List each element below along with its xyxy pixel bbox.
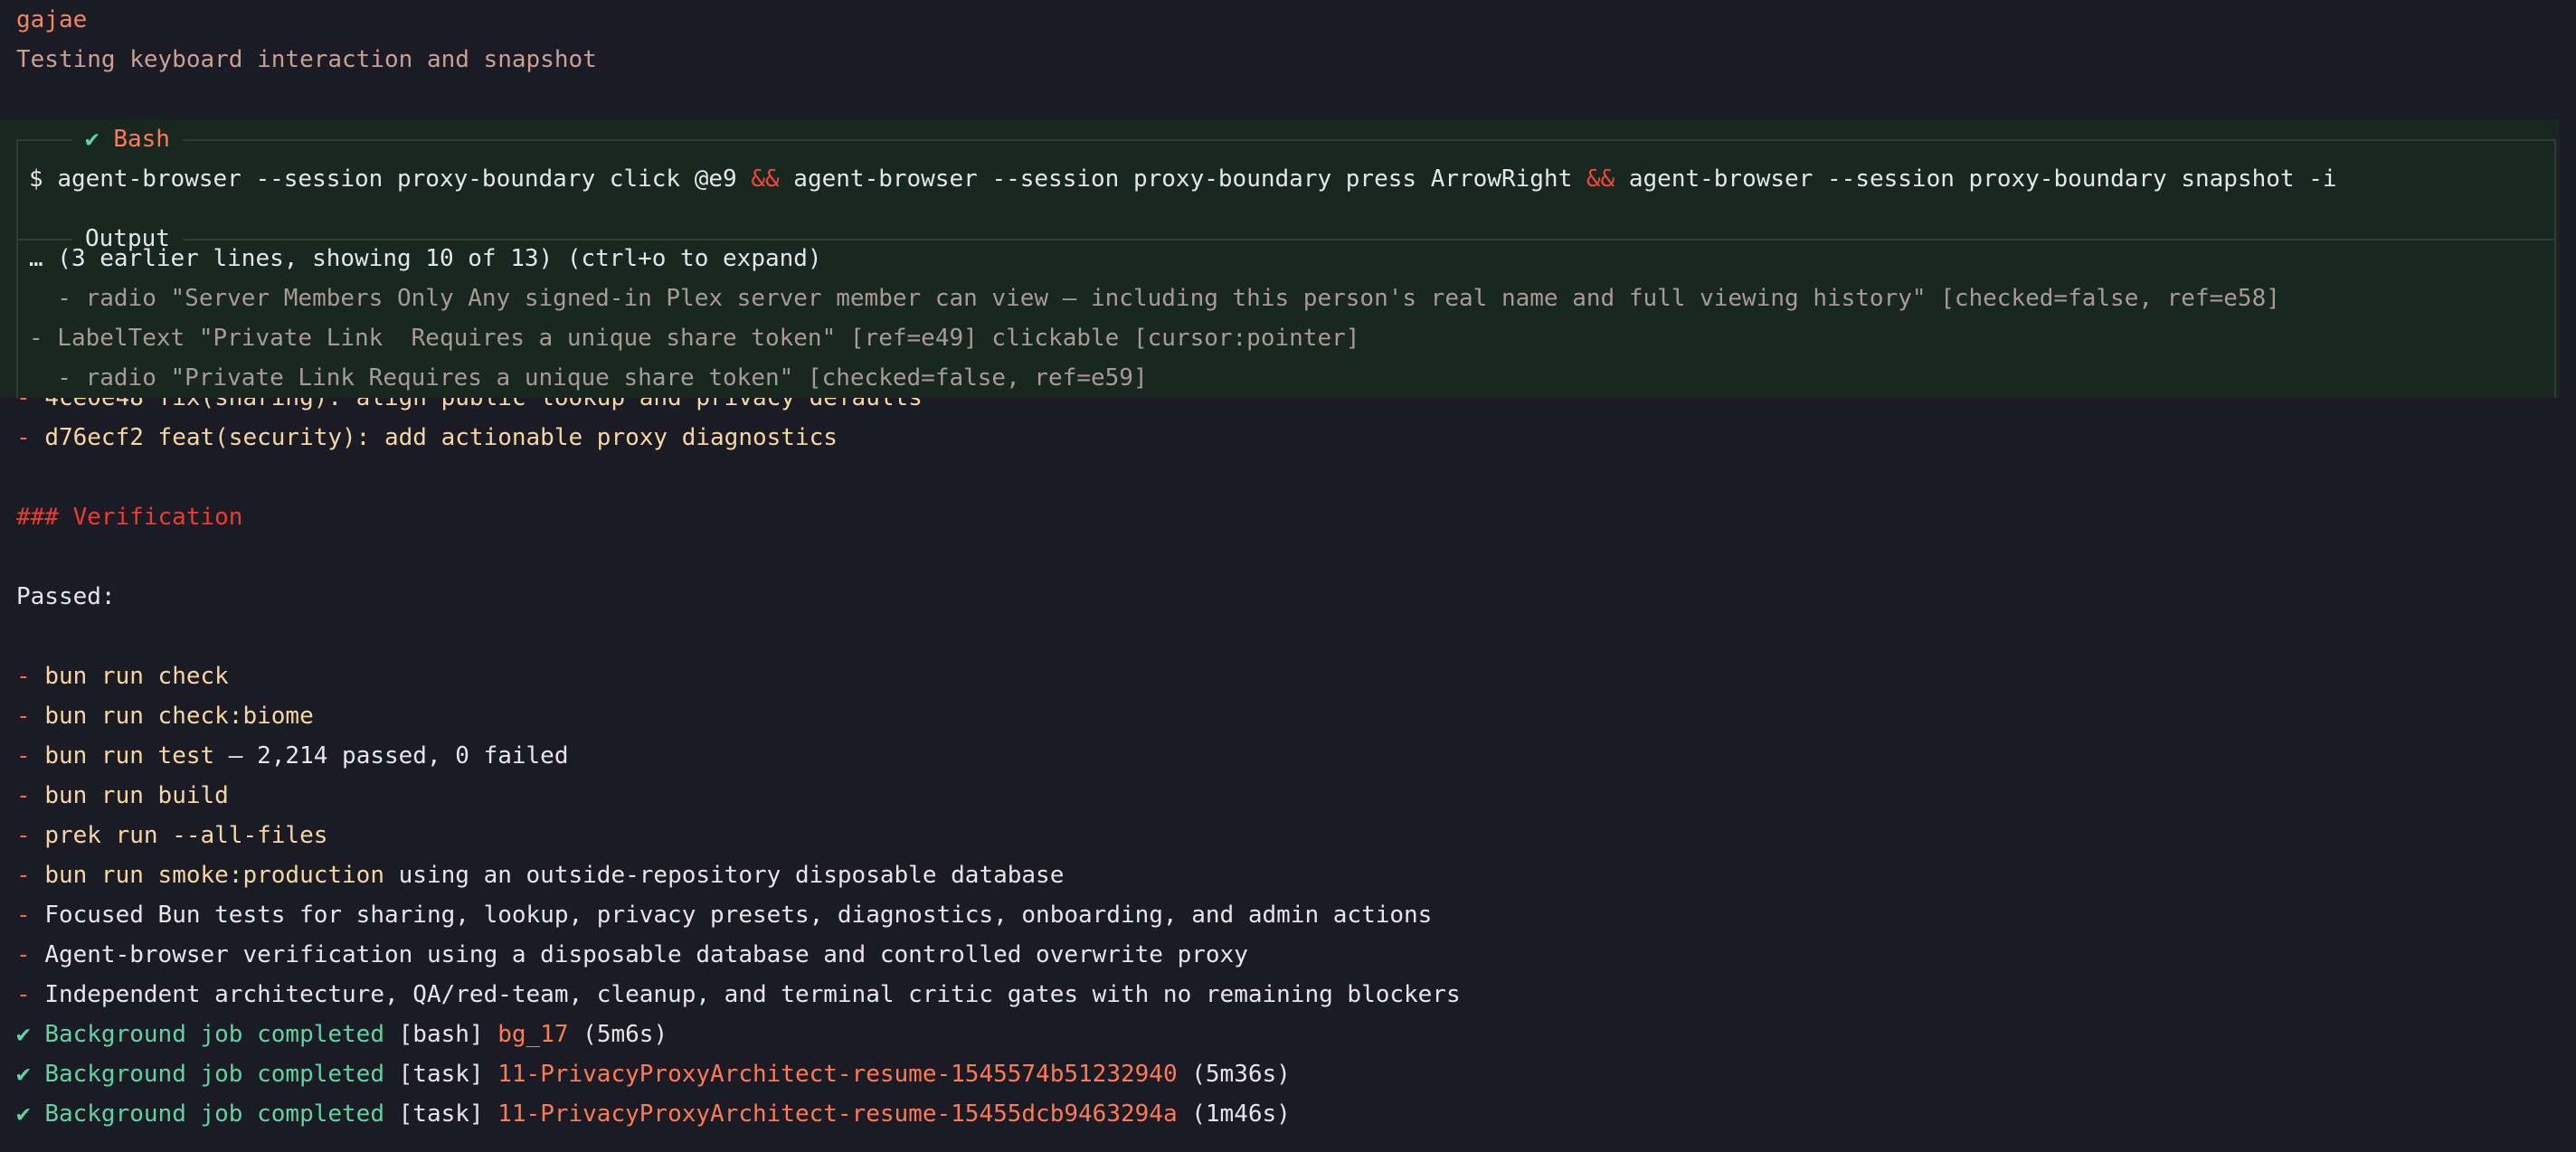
bash-tool-block[interactable]: ✔ Bash $ agent-browser --session proxy-b… <box>0 119 2560 398</box>
background-jobs: ✔ Background job completed [bash] bg_17 … <box>16 1015 2576 1134</box>
passed-label: Passed: <box>16 583 116 610</box>
list-item: - bun run build <box>16 782 229 809</box>
job-line: ✔ Background job completed [bash] bg_17 … <box>16 1021 668 1048</box>
command-and: && <box>751 165 780 193</box>
list-item: - Agent-browser verification using a dis… <box>16 941 1248 968</box>
output-line[interactable]: … (3 earlier lines, showing 10 of 13) (c… <box>29 239 2280 279</box>
command-part: agent-browser --session proxy-boundary c… <box>57 165 737 193</box>
list-item: - bun run smoke:production using an outs… <box>16 862 1065 889</box>
job-line: ✔ Background job completed [task] 11-Pri… <box>16 1061 1291 1088</box>
list-item: - prek run --all-files <box>16 822 328 849</box>
terminal: gajae Testing keyboard interaction and s… <box>0 0 2576 1152</box>
list-item: - Focused Bun tests for sharing, lookup,… <box>16 902 1433 929</box>
verification-heading: ### Verification <box>16 504 243 531</box>
user-name: gajae <box>16 6 88 33</box>
output-lines: … (3 earlier lines, showing 10 of 13) (c… <box>29 239 2280 398</box>
check-icon: ✔ <box>16 1100 31 1128</box>
command-part: agent-browser --session proxy-boundary s… <box>1628 165 2337 193</box>
check-icon: ✔ <box>16 1021 31 1048</box>
check-icon: ✔ <box>16 1061 31 1088</box>
status-message: Testing keyboard interaction and snapsho… <box>16 46 597 73</box>
output-line: - LabelText "Private Link Requires a uni… <box>29 325 1360 352</box>
command-part: agent-browser --session proxy-boundary p… <box>793 165 1573 193</box>
check-icon: ✔ <box>85 126 99 153</box>
output-line: - radio "Server Members Only Any signed-… <box>29 285 2280 312</box>
tool-name: Bash <box>113 126 170 153</box>
command-and: && <box>1586 165 1615 193</box>
bash-command: $ agent-browser --session proxy-boundary… <box>29 165 2337 193</box>
output-line: - radio "Private Link Requires a unique … <box>29 364 1148 392</box>
commit-line: - d76ecf2 feat(security): add actionable… <box>16 424 838 451</box>
verification-list: - bun run check - bun run check:biome - … <box>16 656 2576 1015</box>
list-item: - bun run test — 2,214 passed, 0 failed <box>16 742 569 770</box>
list-item: - bun run check <box>16 663 229 690</box>
list-item: - Independent architecture, QA/red-team,… <box>16 981 1461 1008</box>
bash-label: ✔ Bash <box>72 119 183 159</box>
list-item: - bun run check:biome <box>16 703 314 730</box>
job-line: ✔ Background job completed [task] 11-Pri… <box>16 1100 1291 1128</box>
